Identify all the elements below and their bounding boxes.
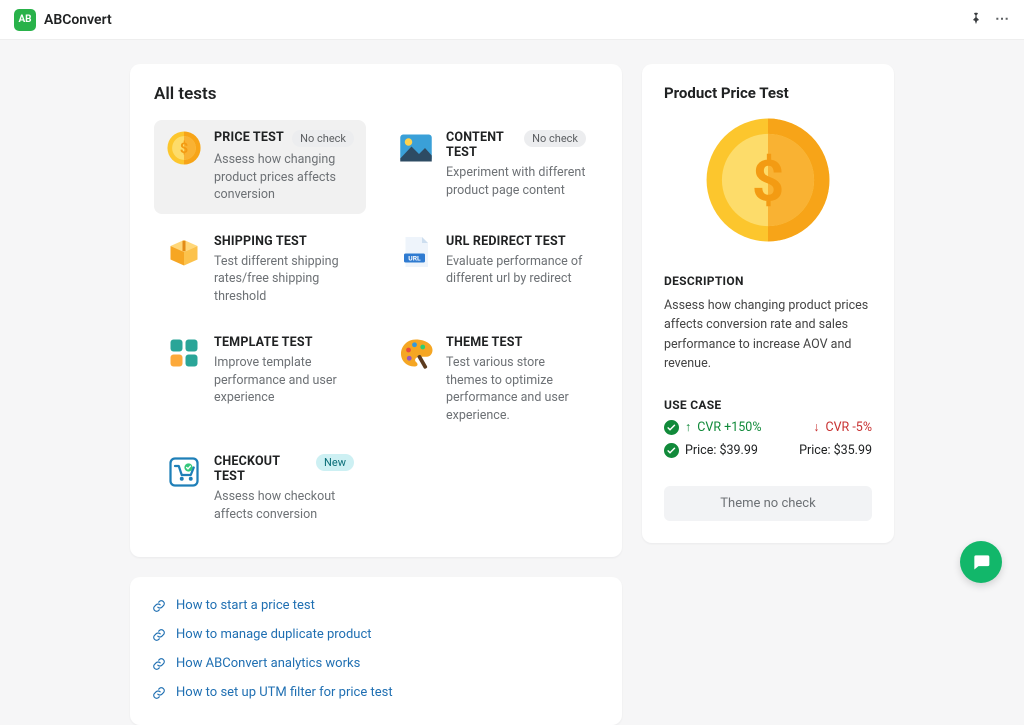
app-name: ABConvert <box>44 12 969 28</box>
test-name: URL REDIRECT TEST <box>446 234 566 249</box>
price-b-value: Price: $35.99 <box>799 443 872 458</box>
all-tests-card: All tests $ PRICE TEST No check Assess how … <box>130 64 622 557</box>
usecase-label: USE CASE <box>664 398 872 412</box>
test-name: CHECKOUT TEST <box>214 454 310 484</box>
chat-bubble-icon[interactable] <box>960 541 1002 583</box>
usecase-price-row: Price: $39.99 Price: $35.99 <box>664 443 872 458</box>
test-description: Evaluate performance of different url by… <box>446 253 586 288</box>
help-link-label: How to start a price test <box>176 598 315 613</box>
palette-icon <box>398 335 434 371</box>
test-detail-card: Product Price Test $ DESCRIPTION Assess … <box>642 64 894 543</box>
link-icon <box>152 657 166 671</box>
help-link[interactable]: How to start a price test <box>152 591 600 620</box>
detail-hero-icon: $ <box>664 116 872 244</box>
cvr-up-value: CVR +150% <box>697 420 761 435</box>
link-icon <box>152 686 166 700</box>
usecase-cvr-row: ↑ CVR +150% ↓ CVR -5% <box>664 420 872 435</box>
right-column: Product Price Test $ DESCRIPTION Assess … <box>642 64 894 725</box>
detail-title: Product Price Test <box>664 84 872 102</box>
arrow-down-icon: ↓ <box>813 420 819 435</box>
left-column: All tests $ PRICE TEST No check Assess how … <box>130 64 622 725</box>
test-item-cart[interactable]: CHECKOUT TEST New Assess how checkout affe… <box>154 444 366 533</box>
help-link[interactable]: How to set up UTM filter for price test <box>152 678 600 707</box>
test-badge: No check <box>292 130 354 147</box>
more-icon[interactable]: ⋯ <box>995 11 1010 29</box>
test-description: Test different shipping rates/free shipp… <box>214 253 354 306</box>
test-name: SHIPPING TEST <box>214 234 307 249</box>
test-item-tiles[interactable]: TEMPLATE TEST Improve template performanc… <box>154 325 366 434</box>
main-content: All tests $ PRICE TEST No check Assess how … <box>0 40 1024 725</box>
all-tests-title: All tests <box>154 84 598 104</box>
cvr-down-value: CVR -5% <box>825 420 872 435</box>
tests-grid: $ PRICE TEST No check Assess how changing p… <box>154 120 598 533</box>
test-name: TEMPLATE TEST <box>214 335 313 350</box>
test-item-url[interactable]: URL URL REDIRECT TEST Evaluate performance… <box>386 224 598 316</box>
help-link-label: How ABConvert analytics works <box>176 656 360 671</box>
check-icon <box>664 420 679 435</box>
check-icon <box>664 443 679 458</box>
theme-no-check-button[interactable]: Theme no check <box>664 486 872 521</box>
test-description: Improve template performance and user ex… <box>214 354 354 407</box>
help-link-label: How to set up UTM filter for price test <box>176 685 393 700</box>
box-icon <box>166 234 202 270</box>
svg-text:$: $ <box>752 148 784 214</box>
test-badge: New <box>316 454 354 471</box>
test-description: Experiment with different product page c… <box>446 164 586 199</box>
link-icon <box>152 628 166 642</box>
test-description: Assess how checkout affects conversion <box>214 488 354 523</box>
tiles-icon <box>166 335 202 371</box>
url-icon: URL <box>398 234 434 270</box>
test-description: Assess how changing product prices affec… <box>214 151 354 204</box>
test-item-picture[interactable]: CONTENT TEST No check Experiment with diff… <box>386 120 598 214</box>
test-name: CONTENT TEST <box>446 130 518 160</box>
help-link-label: How to manage duplicate product <box>176 627 372 642</box>
link-icon <box>152 599 166 613</box>
description-label: DESCRIPTION <box>664 274 872 288</box>
test-item-coin[interactable]: $ PRICE TEST No check Assess how changing p… <box>154 120 366 214</box>
help-link[interactable]: How ABConvert analytics works <box>152 649 600 678</box>
svg-text:URL: URL <box>408 254 421 262</box>
cart-icon <box>166 454 202 490</box>
price-a-value: Price: $39.99 <box>685 443 758 458</box>
arrow-up-icon: ↑ <box>685 420 691 435</box>
svg-text:$: $ <box>180 140 188 157</box>
test-name: THEME TEST <box>446 335 523 350</box>
description-text: Assess how changing product prices affec… <box>664 296 872 374</box>
test-description: Test various store themes to optimize pe… <box>446 354 586 424</box>
test-name: PRICE TEST <box>214 130 284 145</box>
test-item-palette[interactable]: THEME TEST Test various store themes to o… <box>386 325 598 434</box>
pin-icon[interactable] <box>969 11 983 29</box>
help-links-card: How to start a price test How to manage d… <box>130 577 622 725</box>
topbar: AB ABConvert ⋯ <box>0 0 1024 40</box>
topbar-actions: ⋯ <box>969 11 1010 29</box>
app-logo: AB <box>14 9 36 31</box>
help-link[interactable]: How to manage duplicate product <box>152 620 600 649</box>
test-item-box[interactable]: SHIPPING TEST Test different shipping rat… <box>154 224 366 316</box>
picture-icon <box>398 130 434 166</box>
test-badge: No check <box>524 130 586 147</box>
coin-icon: $ <box>166 130 202 166</box>
